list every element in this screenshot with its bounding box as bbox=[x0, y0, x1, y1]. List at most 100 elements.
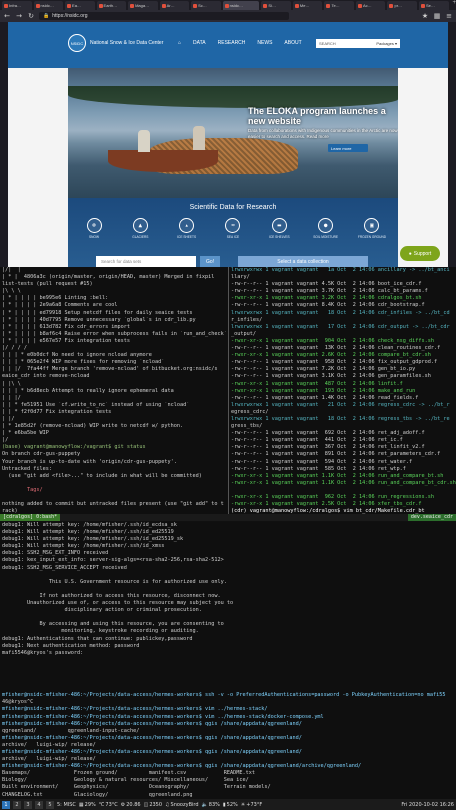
hero-learn-more-button[interactable]: Learn more bbox=[328, 144, 368, 152]
terminal-line: | | | * b6d8ecb Attempt to really ignore… bbox=[2, 387, 174, 394]
scientific-data-section: Scientific Data for Research ❄ SNOW ▲ GLAC… bbox=[68, 198, 398, 267]
bookmarks-icon[interactable]: ★ bbox=[421, 12, 429, 20]
hero-banner[interactable]: The ELOKA program launches a new website… bbox=[68, 68, 398, 198]
browser-tab[interactable]: Earth… bbox=[96, 1, 127, 10]
category-frozen-ground[interactable]: ▣ FROZEN GROUND bbox=[354, 218, 390, 239]
menu-icon[interactable]: ≡ bbox=[445, 12, 453, 20]
terminal-ls-listing[interactable]: lrwxrwxrwx 1 vagrant vagrant 1a Oct 2 14… bbox=[229, 267, 456, 514]
url-text: https://nsidc.org bbox=[52, 13, 88, 19]
favicon-icon bbox=[4, 3, 8, 8]
reload-button[interactable]: ↻ bbox=[27, 12, 35, 20]
browser-tab[interactable]: Sc… bbox=[191, 1, 221, 10]
terminal-line: -rw-r--r-- 1 vagrant vagrant 4.5K Oct 2 … bbox=[231, 281, 422, 288]
workspace-2[interactable]: 2 bbox=[13, 800, 21, 809]
workspace-5[interactable]: 5 bbox=[46, 800, 54, 809]
category-ice-shelves[interactable]: ▬ ICE SHELVES bbox=[261, 218, 297, 239]
browser-tab[interactable]: nsidc… bbox=[33, 1, 64, 10]
browser-tab[interactable]: Infra… bbox=[2, 1, 32, 10]
terminal-line: monitoring, keystroke recording or audit… bbox=[2, 628, 199, 635]
terminal-line: | |/ bbox=[2, 415, 15, 422]
home-icon[interactable]: ⌂ bbox=[178, 40, 181, 46]
lock-icon: 🔒 bbox=[43, 13, 50, 19]
category-sea-ice[interactable]: ≈ SEA ICE bbox=[215, 218, 251, 239]
browser-tab[interactable]: Ar… bbox=[159, 1, 190, 10]
clock[interactable]: Fri 2020-10-02 16:26 bbox=[401, 802, 454, 808]
nav-toolbar: ← → ↻ 🔒 https://nsidc.org ★ ▦ ≡ bbox=[0, 10, 456, 22]
browser-window: Infra… nsidc… Ea… Earth… Maga… Ar… Sc… nsidc… Si… bbox=[0, 0, 456, 267]
site-name[interactable]: National Snow & Ice Data Center bbox=[90, 40, 163, 46]
terminal-line: Unauthorized use of, or access to this r… bbox=[2, 600, 234, 607]
terminal-line: -rw-r--r-- 1 vagrant vagrant 1.4K Oct 2 … bbox=[231, 394, 419, 401]
category-ice-sheets[interactable]: ▴ ICE SHEETS bbox=[169, 218, 205, 239]
terminal-ssh-session[interactable]: debug1: Will attempt key: /home/mfisher/… bbox=[0, 522, 456, 799]
terminal-line: mfisher@nsidc-mfisher-486:~/Projects/dat… bbox=[2, 749, 302, 755]
favicon-icon bbox=[161, 3, 166, 8]
terminal-line: -rwxr-xr-x 1 vagrant vagrant 487 Oct 2 1… bbox=[231, 380, 403, 387]
hero-text: Data from collaborations with Indigenous… bbox=[248, 128, 398, 139]
category-glaciers[interactable]: ▲ GLACIERS bbox=[122, 218, 158, 239]
favicon-icon bbox=[326, 3, 331, 8]
terminal-line: -rw-r--r-- 1 vagrant vagrant 891 Oct 2 1… bbox=[231, 451, 441, 458]
cpu-icon: ⚙ bbox=[120, 801, 126, 808]
terminal-line: -rw-r--r-- 1 vagrant vagrant 692 Oct 2 1… bbox=[231, 430, 425, 437]
workspace-3[interactable]: 3 bbox=[24, 800, 32, 809]
tab-label: Earth… bbox=[103, 3, 118, 8]
battery-stat: ▮ 52% bbox=[223, 802, 238, 808]
back-button[interactable]: ← bbox=[3, 12, 11, 20]
browser-tab[interactable]: Ea… bbox=[65, 1, 95, 10]
music-stat[interactable]: ♫ SnoozyBird bbox=[165, 802, 199, 808]
terminal-line: | | | * e0b0dcf No need to ignore ncload… bbox=[2, 352, 152, 359]
nav-news[interactable]: NEWS bbox=[257, 40, 272, 46]
go-button[interactable]: Go! bbox=[200, 256, 220, 267]
sci-title: Scientific Data for Research bbox=[189, 204, 277, 211]
terminal-line: | | * fe51951 Use `cf.write_to_nc` inste… bbox=[2, 401, 190, 408]
workspace-4[interactable]: 4 bbox=[35, 800, 43, 809]
category-soil-moisture[interactable]: ● SOIL MOISTURE bbox=[308, 218, 344, 239]
tab-label: Ac… bbox=[362, 3, 372, 8]
terminal-line: Built environment/ Geophysics/ Oceanogra… bbox=[2, 784, 271, 791]
tab-label: Maga… bbox=[135, 3, 150, 8]
volume-value: 83% bbox=[208, 801, 220, 808]
volume-stat[interactable]: 🔈 83% bbox=[202, 802, 220, 808]
category-snow[interactable]: ❄ SNOW bbox=[76, 218, 112, 239]
select-collection-dropdown[interactable]: Select a data collection bbox=[238, 256, 368, 267]
nav-research[interactable]: RESEARCH bbox=[218, 40, 246, 46]
url-bar[interactable]: 🔒 https://nsidc.org bbox=[39, 12, 289, 20]
browser-tab[interactable]: Ac… bbox=[355, 1, 386, 10]
browser-tab[interactable]: Se… bbox=[418, 1, 449, 10]
terminal-line: -rw-r--r-- 1 vagrant vagrant 958 Oct 2 1… bbox=[231, 359, 438, 366]
tab-label: Me… bbox=[299, 3, 310, 8]
thermometer-icon: ℃ bbox=[98, 801, 105, 808]
nsidc-logo[interactable]: NSIDC bbox=[68, 34, 86, 52]
terminal-line: | | |/ bbox=[2, 394, 21, 401]
browser-tab[interactable]: Te… bbox=[324, 1, 354, 10]
hero-title[interactable]: The ELOKA program launches a new website bbox=[248, 106, 398, 126]
browser-tab[interactable]: nsidc… bbox=[222, 1, 260, 10]
volume-icon: 🔈 bbox=[201, 801, 208, 808]
tmux-window-label[interactable]: [cdralgos] 0:bash* bbox=[0, 514, 61, 521]
terminal-line: -rw-r--r-- 1 vagrant vagrant 585 Oct 2 1… bbox=[231, 465, 406, 472]
search-scope-dropdown[interactable]: Packages ▾ bbox=[376, 41, 397, 46]
browser-tab[interactable]: Si… bbox=[261, 1, 291, 10]
favicon-icon bbox=[294, 3, 299, 8]
new-tab-button[interactable]: + bbox=[451, 0, 456, 10]
browser-tab[interactable]: Maga… bbox=[128, 1, 158, 10]
site-search-input[interactable]: SEARCH Packages ▾ bbox=[316, 39, 400, 48]
disk-icon: ◫ bbox=[143, 801, 149, 808]
terminal-line: CHANGELOG.txt Glaciology/ qgreenland.png bbox=[2, 791, 193, 798]
browser-tab[interactable]: pr… bbox=[387, 1, 417, 10]
extensions-icon[interactable]: ▦ bbox=[433, 12, 441, 20]
browser-tab[interactable]: Me… bbox=[292, 1, 323, 10]
support-button[interactable]: ● Support bbox=[400, 246, 440, 261]
terminal-line: -rwxr-xr-x 1 vagrant vagrant 2.6K Oct 2 … bbox=[231, 352, 431, 359]
terminal-line: If not authorized to access this resourc… bbox=[2, 592, 221, 599]
terminal-git-log[interactable]: |/| | | * | 4806a3c (origin/master, origi… bbox=[0, 267, 228, 514]
nav-about[interactable]: ABOUT bbox=[284, 40, 301, 46]
terminal-line: This U.S. Government resource is for aut… bbox=[2, 578, 227, 585]
terminal-line: | * | 4806a3c (origin/master, origin/HEA… bbox=[2, 274, 215, 281]
terminal-line: | * | | | | 40d7795 Remove unnecessary `… bbox=[2, 316, 196, 323]
workspace-1[interactable]: 1 bbox=[2, 800, 10, 809]
data-search-input[interactable]: Search for data sets bbox=[96, 256, 196, 267]
nav-data[interactable]: DATA bbox=[193, 40, 206, 46]
forward-button[interactable]: → bbox=[15, 12, 23, 20]
